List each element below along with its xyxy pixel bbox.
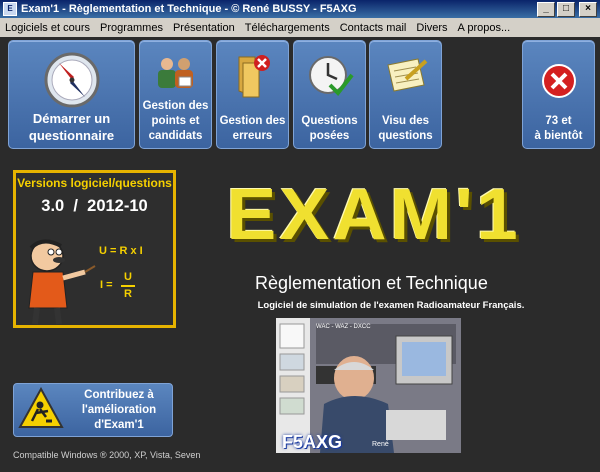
main-panel: Démarrer un questionnaire Gestion des po…: [0, 37, 600, 472]
app-subtitle: Règlementation et Technique: [255, 273, 488, 293]
menu-contacts[interactable]: Contacts mail: [335, 22, 412, 34]
manage-points-button[interactable]: Gestion des points et candidats: [139, 40, 212, 149]
window-title: Exam'1 - Règlementation et Technique - ©…: [21, 3, 357, 15]
clock-check-icon: [308, 56, 354, 97]
formula-ohm: U = R x I: [99, 245, 143, 257]
version-board: Versions logiciel/questions 3.0 / 2012-1…: [13, 170, 176, 328]
menu-divers[interactable]: Divers: [411, 22, 452, 34]
compass-icon: [44, 52, 99, 108]
start-quiz-button[interactable]: Démarrer un questionnaire: [8, 40, 135, 149]
contribute-button[interactable]: Contribuez à l'amélioration d'Exam'1: [13, 383, 173, 437]
minimize-button[interactable]: _: [537, 1, 555, 17]
menu-telechargements[interactable]: Téléchargements: [240, 22, 335, 34]
quit-button[interactable]: 73 et à bientôt: [522, 40, 595, 149]
menu-apropos[interactable]: A propos...: [453, 22, 516, 34]
formula-i: I =: [100, 279, 113, 291]
board-header: Versions logiciel/questions: [17, 176, 172, 190]
app-icon[interactable]: E: [3, 2, 17, 16]
app-logo: EXAM'1: [226, 175, 521, 255]
app-tagline: Logiciel de simulation de l'examen Radio…: [257, 300, 525, 311]
quit-label: 73 et à bientôt: [534, 115, 583, 142]
formula-numerator: U: [124, 271, 132, 283]
questions-asked-button[interactable]: Questions posées: [293, 40, 366, 149]
manage-errors-button[interactable]: Gestion des erreurs: [216, 40, 289, 149]
fraction-bar: [121, 285, 135, 287]
teacher-cartoon-icon: [28, 239, 96, 325]
worker-sign-icon: [18, 387, 64, 428]
view-questions-button[interactable]: Visu des questions: [369, 40, 442, 149]
questions-asked-label: Questions posées: [301, 115, 358, 142]
version-text: 3.0 / 2012-10: [41, 197, 148, 215]
photo-caption: René: [372, 441, 389, 448]
notepad-icon: [386, 58, 427, 92]
callsign-text: F5AXG: [282, 432, 343, 452]
people-icon: [157, 58, 193, 88]
view-questions-label: Visu des questions: [378, 115, 433, 142]
manage-errors-label: Gestion des erreurs: [219, 115, 286, 142]
menu-presentation[interactable]: Présentation: [168, 22, 240, 34]
folder-error-icon: [238, 55, 270, 98]
maximize-button[interactable]: □: [557, 1, 575, 17]
close-button[interactable]: ×: [579, 1, 597, 17]
formula-denominator: R: [124, 288, 132, 300]
operator-photo: WAC - WAZ - DXCC F5AXG René: [276, 318, 461, 453]
contribute-label: Contribuez à l'amélioration d'Exam'1: [81, 389, 157, 431]
menu-bar: Logiciels et cours Programmes Présentati…: [0, 18, 600, 37]
title-bar: E Exam'1 - Règlementation et Technique -…: [0, 0, 600, 18]
start-quiz-label: Démarrer un questionnaire: [28, 111, 115, 143]
menu-programmes[interactable]: Programmes: [95, 22, 168, 34]
photo-banner: WAC - WAZ - DXCC: [316, 324, 371, 330]
menu-logiciels[interactable]: Logiciels et cours: [0, 22, 95, 34]
manage-points-label: Gestion des points et candidats: [142, 100, 209, 142]
compatibility-text: Compatible Windows ® 2000, XP, Vista, Se…: [13, 450, 201, 460]
close-red-icon: [541, 64, 576, 98]
